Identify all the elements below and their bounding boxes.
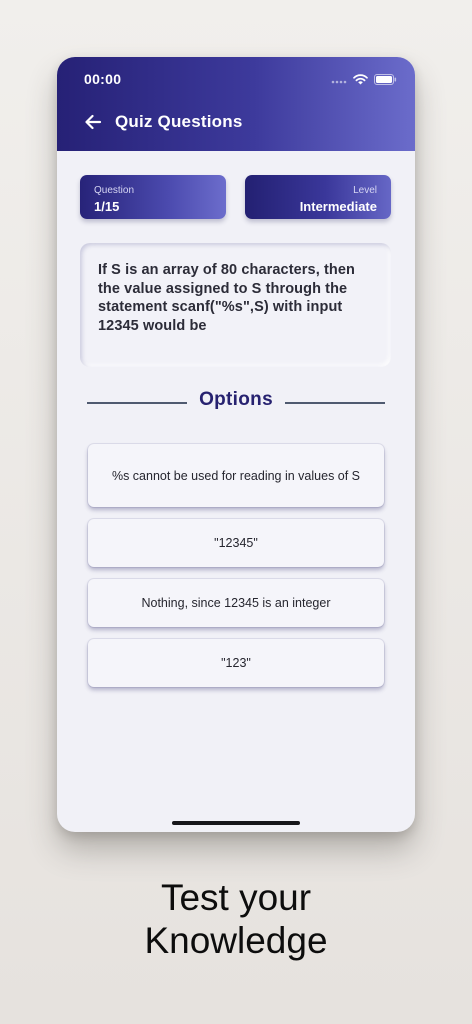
signal-icon (331, 80, 347, 84)
question-card: If S is an array of 80 characters, then … (80, 243, 391, 367)
option-button-3[interactable]: Nothing, since 12345 is an integer (88, 579, 384, 627)
question-counter-card: Question 1/15 (80, 175, 226, 219)
status-icons (331, 71, 397, 87)
promo-tagline: Test your Knowledge (0, 876, 472, 962)
app-header: 00:00 Quiz Questions (57, 57, 415, 151)
option-button-1[interactable]: %s cannot be used for reading in values … (88, 444, 384, 507)
tagline-line-1: Test your (160, 877, 312, 918)
battery-icon (374, 73, 397, 85)
options-divider: Options (87, 389, 385, 413)
tagline-line-2: Knowledge (144, 920, 328, 961)
status-time: 00:00 (84, 71, 122, 87)
back-button[interactable] (83, 112, 103, 132)
page-title: Quiz Questions (115, 112, 243, 131)
home-indicator (172, 821, 300, 825)
level-card: Level Intermediate (245, 175, 391, 219)
wifi-icon (353, 73, 368, 84)
question-counter-label: Question (94, 185, 135, 196)
back-arrow-icon (85, 114, 102, 130)
level-value: Intermediate (299, 199, 377, 214)
divider-line-right (285, 402, 385, 404)
question-text: If S is an array of 80 characters, then … (98, 262, 355, 334)
question-counter-value: 1/15 (94, 199, 120, 214)
options-heading: Options (199, 389, 273, 410)
option-button-4[interactable]: "123" (88, 639, 384, 687)
level-label: Level (353, 185, 377, 196)
phone-screen: 00:00 Quiz Questions Question 1/15 Level… (57, 57, 415, 832)
option-button-2[interactable]: "12345" (88, 519, 384, 567)
